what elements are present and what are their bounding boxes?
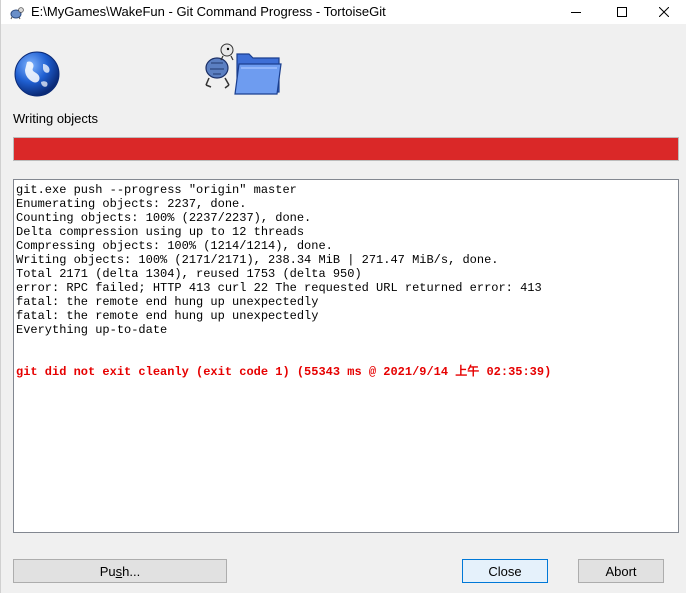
title-bar[interactable]: E:\MyGames\WakeFun - Git Command Progres… [1, 0, 686, 24]
log-line: Total 2171 (delta 1304), reused 1753 (de… [16, 267, 362, 281]
push-label-prefix: Pu [99, 563, 116, 579]
turtle-folder-icon [205, 43, 282, 95]
maximize-icon [617, 7, 627, 17]
log-line: Compressing objects: 100% (1214/1214), d… [16, 239, 333, 253]
window-title: E:\MyGames\WakeFun - Git Command Progres… [31, 4, 386, 19]
git-progress-window: E:\MyGames\WakeFun - Git Command Progres… [0, 0, 686, 593]
log-line: Counting objects: 100% (2237/2237), done… [16, 211, 312, 225]
minimize-icon [571, 12, 581, 13]
exit-status-message: git did not exit cleanly (exit code 1) (… [16, 365, 552, 379]
log-line: error: RPC failed; HTTP 413 curl 22 The … [16, 281, 542, 295]
globe-icon [14, 51, 60, 97]
push-label-suffix: h... [122, 563, 141, 579]
minimize-button[interactable] [553, 0, 599, 24]
log-line: fatal: the remote end hung up unexpected… [16, 309, 319, 323]
close-button[interactable]: Close [462, 559, 548, 583]
log-line: fatal: the remote end hung up unexpected… [16, 295, 319, 309]
close-icon [659, 7, 669, 17]
log-line: Enumerating objects: 2237, done. [16, 197, 247, 211]
progress-action-label: Writing objects [13, 111, 99, 126]
abort-button[interactable]: Abort [578, 559, 664, 583]
push-button[interactable]: Pu s h... [13, 559, 227, 583]
tortoisegit-icon [10, 7, 24, 20]
log-line: git.exe push --progress "origin" master [16, 183, 297, 197]
log-line: Everything up-to-date [16, 323, 168, 337]
log-line: Delta compression using up to 12 threads [16, 225, 305, 239]
command-output-log[interactable]: git.exe push --progress "origin" master E… [13, 179, 679, 533]
progress-bar [13, 137, 679, 161]
maximize-button[interactable] [599, 0, 645, 24]
log-line: Writing objects: 100% (2171/2171), 238.3… [16, 253, 499, 267]
progress-bar-fill [14, 138, 678, 160]
close-window-button[interactable] [641, 0, 686, 24]
